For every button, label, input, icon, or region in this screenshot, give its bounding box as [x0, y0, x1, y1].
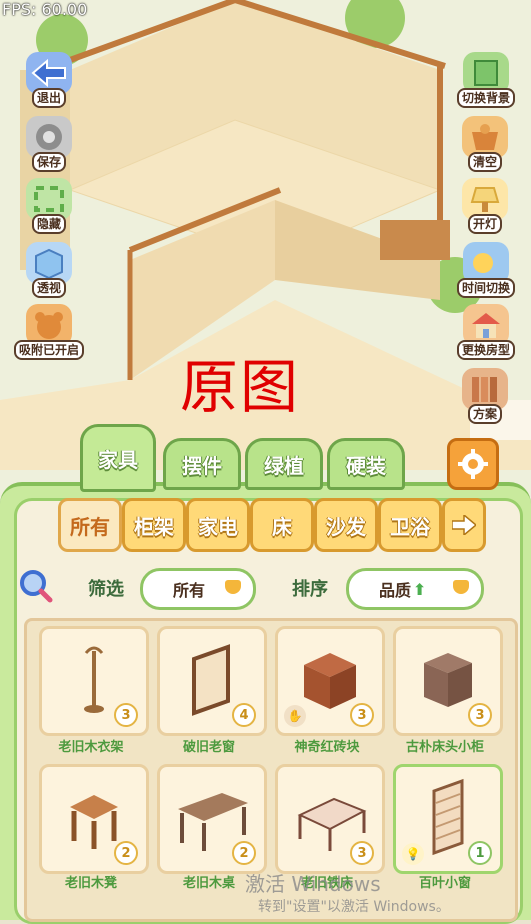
switch-background-button[interactable]: 切换背景 — [456, 52, 516, 110]
sort-label: 排序 — [292, 579, 328, 600]
gear-icon — [458, 449, 488, 479]
subtab-all[interactable]: 所有 — [58, 498, 122, 552]
item-card[interactable]: 3 — [275, 764, 385, 874]
original-image-label: 原图 — [180, 353, 301, 421]
exit-button[interactable]: 退出 — [22, 52, 76, 110]
plan-button[interactable]: 方案 — [458, 368, 512, 426]
search-icon — [20, 570, 53, 603]
item-card[interactable]: 2 — [157, 764, 267, 874]
tab-furniture[interactable]: 家具 — [80, 424, 156, 492]
sort-arrow-up-icon: ⬆ — [413, 579, 427, 599]
save-button[interactable]: 保存 — [22, 116, 76, 174]
quality-badge: 3 — [350, 841, 374, 865]
item-name: 神奇红砖块 — [294, 740, 360, 755]
search-button[interactable] — [18, 568, 54, 604]
item-card[interactable]: 💡 1 — [393, 764, 503, 874]
save-label: 保存 — [31, 152, 66, 172]
subtab-appliances[interactable]: 家电 — [186, 498, 250, 552]
time-switch-button[interactable]: 时间切换 — [456, 242, 516, 300]
hide-button[interactable]: 隐藏 — [22, 178, 76, 236]
quality-badge: 4 — [232, 703, 256, 727]
windows-activation-watermark: 激活 Windows — [245, 872, 381, 896]
item-card[interactable]: 3 — [393, 626, 503, 736]
quality-badge: 2 — [114, 841, 138, 865]
light-button[interactable]: 开灯 — [458, 178, 512, 236]
chevron-down-icon — [453, 580, 469, 594]
hide-label: 隐藏 — [31, 214, 66, 234]
item-name: 老旧木凳 — [64, 876, 117, 891]
filter-label: 筛选 — [88, 579, 124, 600]
change-house-button[interactable]: 更换房型 — [456, 304, 516, 362]
item-name: 百叶小窗 — [418, 876, 471, 891]
snap-toggle-button[interactable]: 吸附已开启 — [14, 304, 85, 362]
light-label: 开灯 — [467, 214, 502, 234]
perspective-button[interactable]: 透视 — [22, 242, 76, 300]
snap-label: 吸附已开启 — [14, 340, 85, 360]
item-name: 老旧木衣架 — [58, 740, 124, 755]
subtab-beds[interactable]: 床 — [250, 498, 314, 552]
sort-dropdown[interactable]: 品质 ⬆ — [346, 568, 484, 610]
filter-dropdown[interactable]: 所有 — [140, 568, 256, 610]
tab-plants[interactable]: 绿植 — [245, 438, 323, 490]
item-name: 古朴床头小柜 — [405, 740, 484, 755]
sort-value: 品质 — [379, 581, 412, 600]
perspective-label: 透视 — [31, 278, 66, 298]
switch-background-label: 切换背景 — [456, 88, 515, 108]
item-card[interactable]: 3 — [39, 626, 149, 736]
quality-badge: 3 — [468, 703, 492, 727]
quality-badge: 3 — [114, 703, 138, 727]
settings-button[interactable] — [447, 438, 499, 490]
item-card[interactable]: 4 — [157, 626, 267, 736]
subtab-cabinets[interactable]: 柜架 — [122, 498, 186, 552]
filter-value: 所有 — [173, 581, 206, 600]
quality-badge: 1 — [468, 841, 492, 865]
subtab-bathroom[interactable]: 卫浴 — [378, 498, 442, 552]
hand-icon: ✋ — [284, 705, 306, 727]
subtab-sofas[interactable]: 沙发 — [314, 498, 378, 552]
tab-decorations[interactable]: 摆件 — [163, 438, 241, 490]
subtab-next-button[interactable] — [442, 498, 486, 552]
clear-label: 清空 — [467, 152, 502, 172]
fps-counter: FPS: 60.00 — [2, 0, 88, 19]
windows-activation-hint: 转到"设置"以激活 Windows。 — [258, 899, 450, 915]
clear-button[interactable]: 清空 — [458, 116, 512, 174]
plan-label: 方案 — [467, 404, 502, 424]
exit-label: 退出 — [31, 88, 66, 108]
item-name: 破旧老窗 — [182, 740, 235, 755]
quality-badge: 3 — [350, 703, 374, 727]
quality-badge: 2 — [232, 841, 256, 865]
light-bulb-icon: 💡 — [402, 843, 424, 865]
item-card[interactable]: ✋ 3 — [275, 626, 385, 736]
arrow-right-icon — [452, 515, 476, 535]
chevron-down-icon — [225, 580, 241, 594]
item-card[interactable]: 2 — [39, 764, 149, 874]
time-switch-label: 时间切换 — [456, 278, 515, 298]
tab-hardware[interactable]: 硬装 — [327, 438, 405, 490]
change-house-label: 更换房型 — [456, 340, 515, 360]
